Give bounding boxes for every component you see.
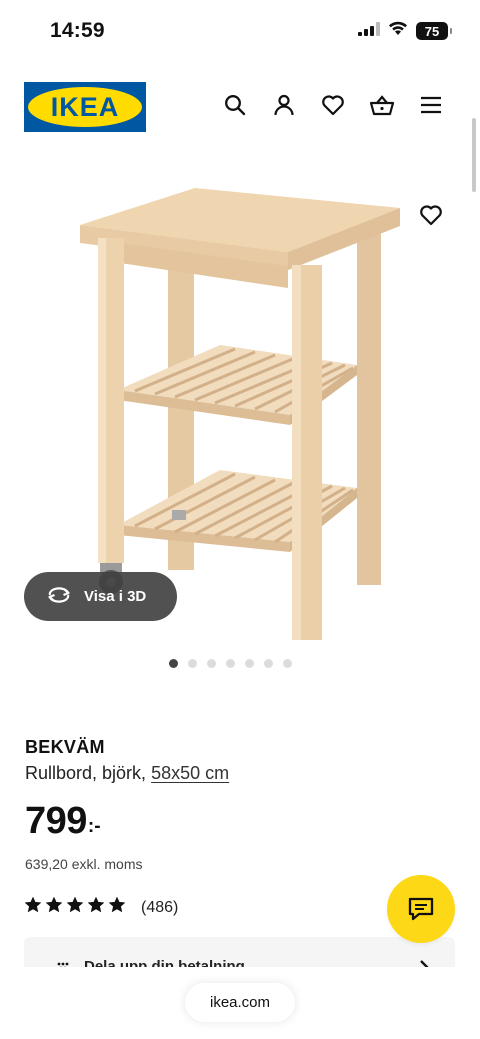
status-icons: 75 [358, 21, 452, 41]
svg-text:IKEA: IKEA [51, 92, 120, 122]
product-gallery[interactable]: Visa i 3D [0, 160, 480, 648]
carousel-dots [0, 659, 480, 668]
star-icon [45, 896, 63, 918]
product-name: BEKVÄM [25, 737, 105, 757]
chat-bubble-icon [408, 897, 434, 921]
rating-stars [24, 896, 126, 918]
carousel-dot[interactable] [187, 659, 197, 668]
heart-icon [420, 205, 442, 226]
price-suffix: :- [87, 816, 101, 837]
product-price: 799 [25, 800, 87, 842]
product-size-link[interactable]: 58x50 cm [151, 763, 229, 783]
product-info: BEKVÄM Rullbord, björk, 58x50 cm 799 :- … [24, 737, 455, 918]
wishlist-icon[interactable] [320, 92, 346, 118]
site-header: IKEA [0, 64, 480, 154]
carousel-dot[interactable] [168, 659, 178, 668]
price-excl-vat: 639,20 exkl. moms [25, 856, 143, 872]
header-icons [222, 92, 444, 118]
basket-icon[interactable] [369, 92, 395, 118]
view-in-3d-button[interactable]: Visa i 3D [24, 572, 177, 621]
product-description-text: Rullbord, björk, [25, 763, 147, 783]
review-count[interactable]: (486) [141, 899, 178, 917]
star-icon [108, 896, 126, 918]
status-bar: 14:59 75 [0, 0, 480, 64]
rotate-3d-icon [46, 585, 72, 609]
add-to-wishlist-button[interactable] [416, 200, 446, 230]
wifi-icon [388, 21, 408, 41]
carousel-dot[interactable] [263, 659, 273, 668]
battery-icon: 75 [416, 22, 452, 40]
star-icon [87, 896, 105, 918]
view-in-3d-label: Visa i 3D [84, 588, 147, 605]
carousel-dot[interactable] [225, 659, 235, 668]
address-bar[interactable]: ikea.com [185, 983, 295, 1022]
cellular-signal-icon [358, 21, 380, 41]
carousel-dot[interactable] [244, 659, 254, 668]
menu-icon[interactable] [418, 92, 444, 118]
status-time: 14:59 [50, 19, 105, 42]
carousel-dots-row [168, 659, 292, 668]
account-icon[interactable] [271, 92, 297, 118]
carousel-dot[interactable] [206, 659, 216, 668]
star-icon [66, 896, 84, 918]
star-icon [24, 896, 42, 918]
carousel-dot[interactable] [282, 659, 292, 668]
ikea-logo[interactable]: IKEA [24, 82, 146, 132]
chat-button[interactable] [387, 875, 455, 943]
browser-bottom-bar: ikea.com [0, 967, 480, 1039]
price-row: 799 :- [25, 802, 455, 840]
search-icon[interactable] [222, 92, 248, 118]
product-description: Rullbord, björk, 58x50 cm [25, 763, 455, 784]
